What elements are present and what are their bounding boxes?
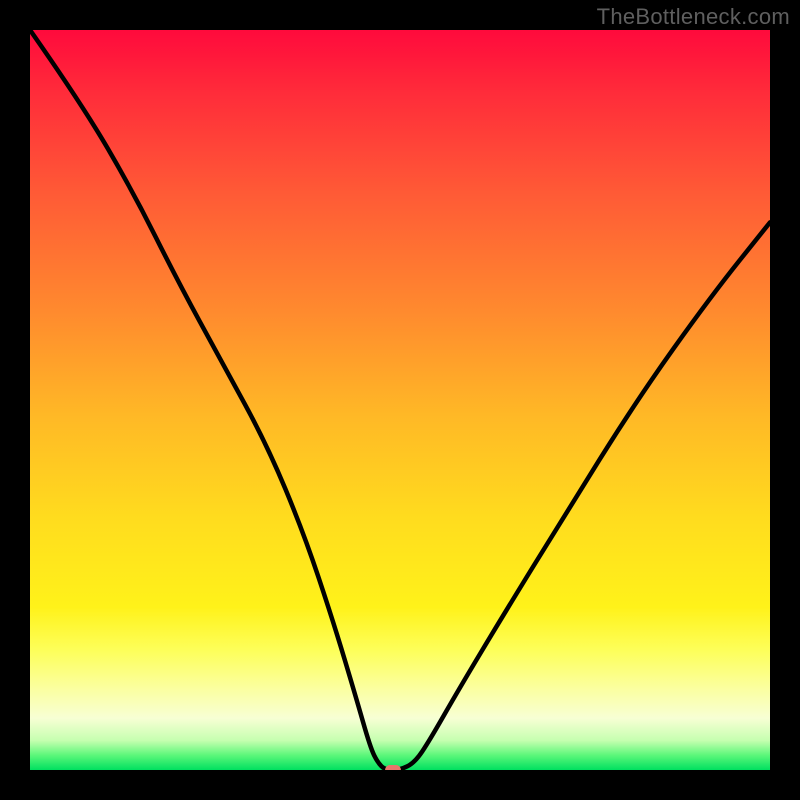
watermark-text: TheBottleneck.com	[597, 4, 790, 30]
chart-frame: TheBottleneck.com	[0, 0, 800, 800]
curve-path	[30, 30, 770, 770]
optimum-marker	[385, 765, 401, 770]
bottleneck-curve	[30, 30, 770, 770]
plot-area	[30, 30, 770, 770]
